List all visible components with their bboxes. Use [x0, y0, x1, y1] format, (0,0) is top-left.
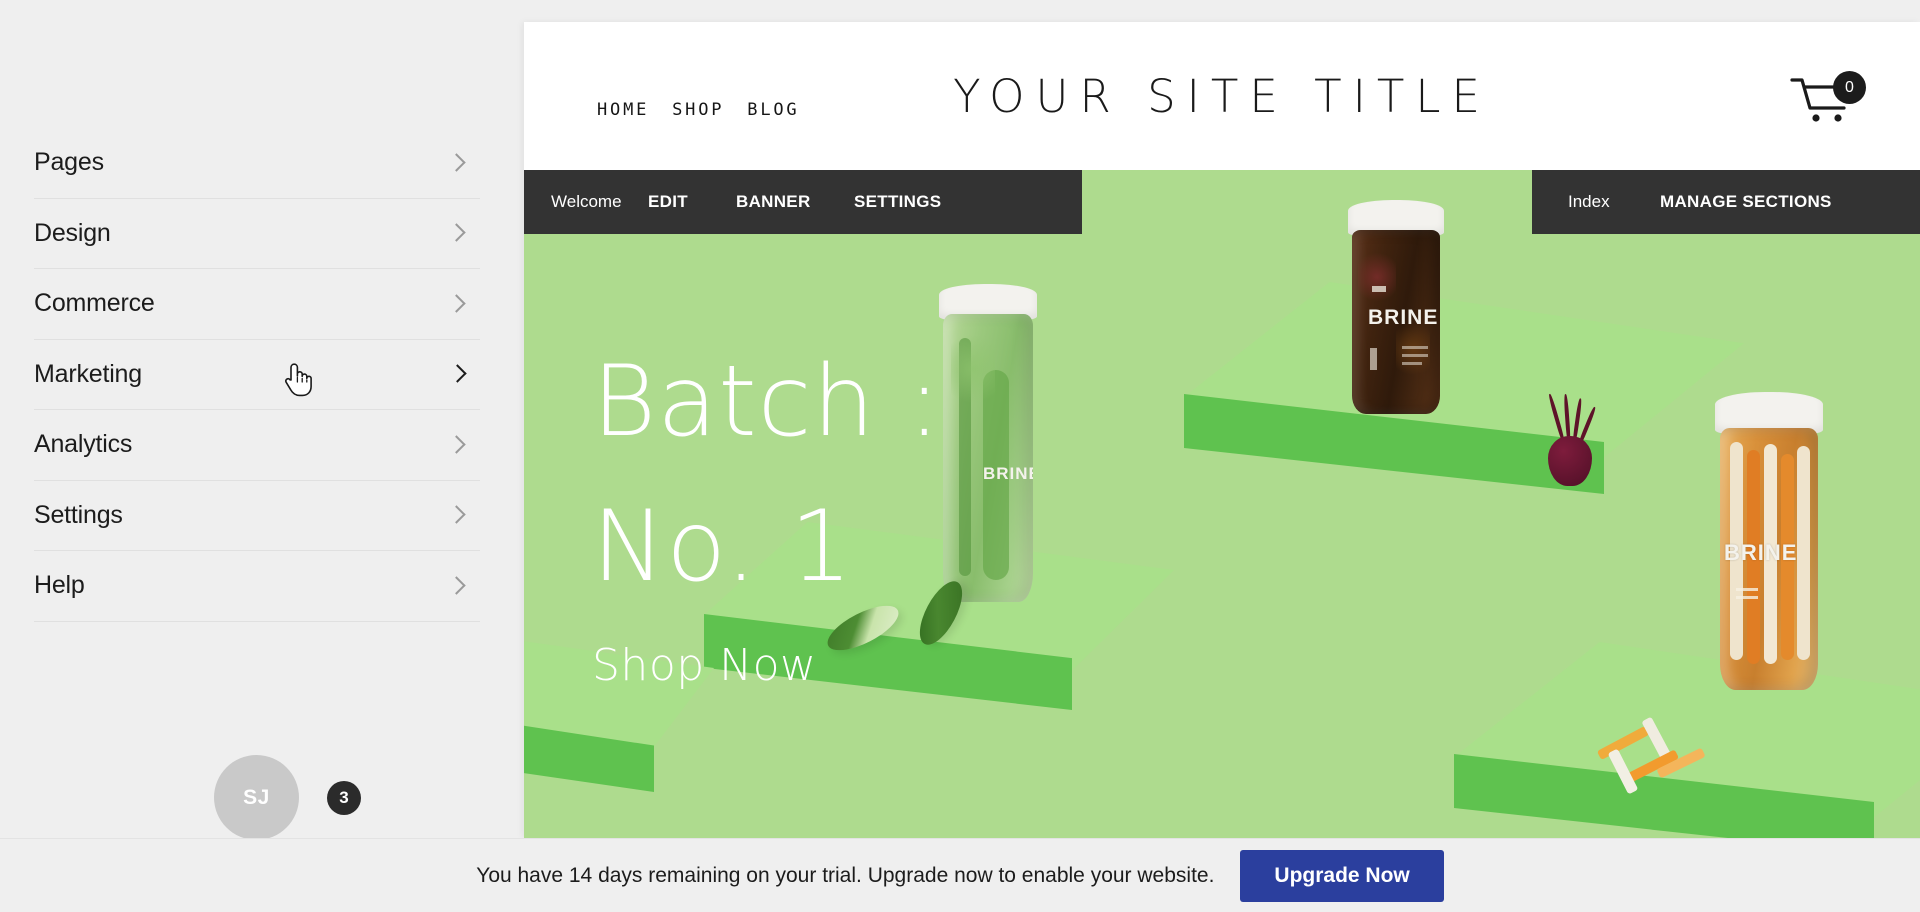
hero-headline-line-2: No. 1	[592, 490, 854, 604]
cart-count-badge: 0	[1833, 71, 1866, 104]
sidebar-item-label: Commerce	[34, 289, 155, 318]
chevron-right-icon	[448, 150, 464, 176]
pedestal-upper-right	[1184, 282, 1744, 582]
site-preview-panel: HOME SHOP BLOG YOUR SITE TITLE 0 BRIN BR…	[524, 22, 1920, 838]
sidebar-item-analytics[interactable]: Analytics	[34, 410, 480, 481]
upgrade-now-button[interactable]: Upgrade Now	[1240, 849, 1444, 902]
notification-badge[interactable]: 3	[327, 780, 361, 815]
editor-toolbar-right: Index MANAGE SECTIONS	[1532, 170, 1920, 234]
sidebar-item-design[interactable]: Design	[34, 199, 480, 269]
jar-pickles: BRINE	[937, 284, 1039, 604]
veggie-sticks	[1594, 716, 1724, 810]
beetroot	[1536, 392, 1597, 488]
trial-banner: You have 14 days remaining on your trial…	[0, 838, 1920, 912]
hero-section[interactable]: BRINE BRINE	[524, 170, 1920, 838]
toolbar-button-manage-sections[interactable]: MANAGE SECTIONS	[1660, 192, 1832, 212]
hero-cta-link[interactable]: Shop Now	[592, 640, 816, 691]
chevron-right-icon	[448, 573, 464, 599]
jar-label: BRINE	[1368, 306, 1439, 329]
sidebar-item-label: Help	[34, 571, 85, 600]
trial-message: You have 14 days remaining on your trial…	[476, 863, 1215, 887]
sidebar-item-commerce[interactable]: Commerce	[34, 269, 480, 340]
toolbar-button-banner[interactable]: BANNER	[736, 192, 811, 212]
sidebar-item-label: Marketing	[34, 359, 142, 388]
site-header: HOME SHOP BLOG YOUR SITE TITLE 0	[524, 22, 1920, 182]
sidebar-item-pages[interactable]: Pages	[34, 128, 480, 199]
cart-button[interactable]: 0	[1790, 71, 1868, 126]
avatar[interactable]: SJ	[214, 755, 299, 840]
chevron-right-icon	[448, 502, 464, 528]
sidebar-item-label: Design	[34, 218, 111, 247]
jar-label: BRINE	[1724, 540, 1798, 565]
chevron-right-icon	[448, 220, 464, 246]
sidebar: Pages Design Commerce Marketing Analytic…	[0, 0, 524, 912]
chevron-right-icon	[448, 291, 464, 317]
sidebar-nav: Pages Design Commerce Marketing Analytic…	[34, 128, 480, 622]
toolbar-label-index: Index	[1568, 192, 1610, 211]
jar-label: BRINE	[983, 464, 1033, 483]
editor-toolbar-left: Welcome EDIT BANNER SETTINGS	[524, 170, 1082, 234]
jar-beets: BRINE	[1347, 200, 1445, 416]
jar-carrots: BRINE	[1714, 392, 1824, 692]
sidebar-item-help[interactable]: Help	[34, 551, 480, 622]
chevron-right-icon	[448, 432, 464, 458]
sidebar-item-marketing[interactable]: Marketing	[34, 340, 480, 410]
sidebar-item-label: Settings	[34, 500, 123, 529]
account-row: SJ 3	[214, 755, 361, 840]
sidebar-item-label: Pages	[34, 148, 104, 177]
sidebar-item-settings[interactable]: Settings	[34, 481, 480, 551]
chevron-right-icon	[448, 361, 464, 387]
app-root: Pages Design Commerce Marketing Analytic…	[0, 0, 1920, 912]
sidebar-item-label: Analytics	[34, 430, 133, 459]
toolbar-button-settings[interactable]: SETTINGS	[854, 192, 941, 212]
hero-headline: Batch : No. 1	[592, 330, 942, 620]
toolbar-label-welcome: Welcome	[551, 192, 622, 211]
site-title[interactable]: YOUR SITE TITLE	[524, 70, 1920, 123]
hero-headline-line-1: Batch :	[592, 345, 942, 459]
toolbar-button-edit[interactable]: EDIT	[648, 192, 688, 212]
